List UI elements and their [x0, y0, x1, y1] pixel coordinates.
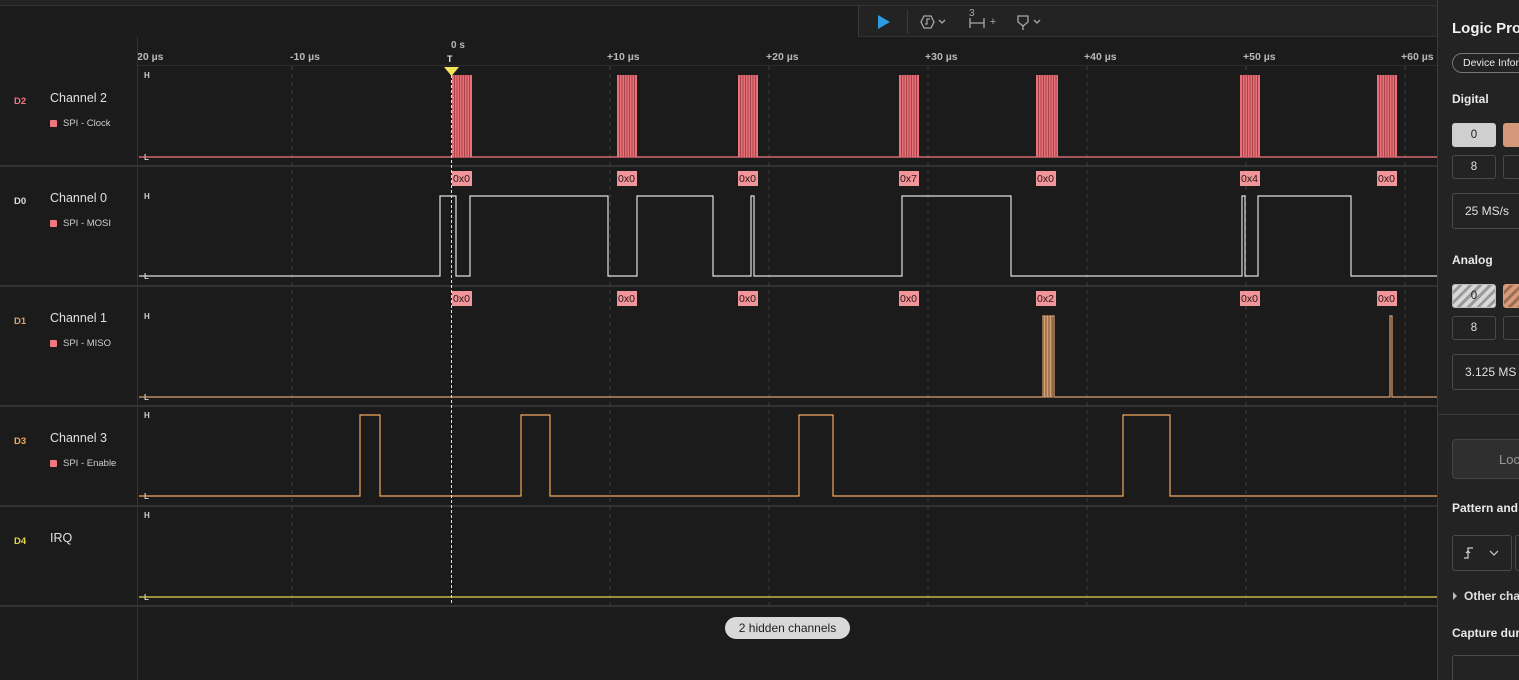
panel-title: Logic Pro — [1452, 20, 1519, 37]
high-level-label: H — [144, 71, 150, 80]
trigger-channel-select[interactable] — [1515, 535, 1519, 571]
caret-right-icon — [1453, 592, 1457, 600]
mosi-decoded-value: 0x0 — [739, 173, 756, 185]
clock-burst — [1036, 75, 1058, 157]
mosi-decoded-value: 0x0 — [618, 173, 635, 185]
miso-decoded-value: 0x0 — [453, 293, 470, 305]
miso-decoded-value: 0x0 — [900, 293, 917, 305]
miso-decoded-value: 0x0 — [1378, 293, 1395, 305]
capture-duration-input[interactable] — [1452, 655, 1519, 680]
mosi-decoded-value: 0x4 — [1241, 173, 1258, 185]
digital-channel-0-toggle[interactable]: 0 — [1452, 123, 1496, 147]
capture-duration-heading: Capture dur — [1452, 626, 1519, 640]
digital-sample-rate-select[interactable]: 25 MS/s — [1452, 193, 1519, 229]
miso-waveform — [139, 315, 1437, 398]
device-settings-panel: Logic Pro Device Infor Digital 0 8 25 MS… — [1437, 0, 1519, 680]
high-level-label: H — [144, 411, 150, 420]
trigger-edge-select[interactable] — [1452, 535, 1512, 571]
mosi-waveform — [139, 195, 1437, 277]
other-channels-label: Other cha — [1464, 589, 1519, 603]
digital-heading: Digital — [1452, 92, 1489, 106]
miso-decoded-value: 0x2 — [1037, 293, 1054, 305]
digital-channel-9-toggle[interactable] — [1503, 155, 1519, 179]
digital-channel-8-toggle[interactable]: 8 — [1452, 155, 1496, 179]
analog-channel-1-toggle[interactable] — [1503, 284, 1519, 308]
trigger-marker-icon — [444, 67, 459, 76]
other-channels-toggle[interactable]: Other cha — [1452, 589, 1519, 603]
chevron-down-icon — [1489, 550, 1499, 556]
panel-divider — [1438, 414, 1519, 415]
mosi-decoded-value: 0x0 — [1378, 173, 1395, 185]
enable-waveform — [139, 414, 1437, 497]
miso-decoded-value: 0x0 — [739, 293, 756, 305]
device-info-chip[interactable]: Device Infor — [1452, 53, 1519, 73]
miso-decoded-value: 0x0 — [1241, 293, 1258, 305]
logic-analyzer-app: 3 + 0 s 20 µs -10 µs +10 µs +20 µs +30 µ… — [0, 0, 1519, 680]
mosi-decoded-value: 0x7 — [900, 173, 917, 185]
waveform-area[interactable]: HLHLHLHLHL0x0 0x0 0x0 0x7 0x0 0x4 0x00x0 0x0 0x0… — [0, 0, 1437, 680]
analog-heading: Analog — [1452, 253, 1493, 267]
high-level-label: H — [144, 312, 150, 321]
high-level-label: H — [144, 511, 150, 520]
analog-channel-9-toggle[interactable] — [1503, 316, 1519, 340]
digital-channel-1-toggle[interactable] — [1503, 123, 1519, 147]
lock-button[interactable]: Loc — [1452, 439, 1519, 479]
analog-channel-0-toggle[interactable]: 0 — [1452, 284, 1496, 308]
pattern-heading: Pattern and — [1452, 501, 1519, 515]
mosi-decoded-value: 0x0 — [1037, 173, 1054, 185]
miso-decoded-value: 0x0 — [618, 293, 635, 305]
hidden-channels-button[interactable]: 2 hidden channels — [725, 617, 850, 639]
rising-edge-icon — [1464, 547, 1473, 559]
high-level-label: H — [144, 192, 150, 201]
trigger-marker-label: T — [447, 54, 453, 64]
analog-channel-8-toggle[interactable]: 8 — [1452, 316, 1496, 340]
mosi-decoded-value: 0x0 — [453, 173, 470, 185]
analog-sample-rate-select[interactable]: 3.125 MS — [1452, 354, 1519, 390]
